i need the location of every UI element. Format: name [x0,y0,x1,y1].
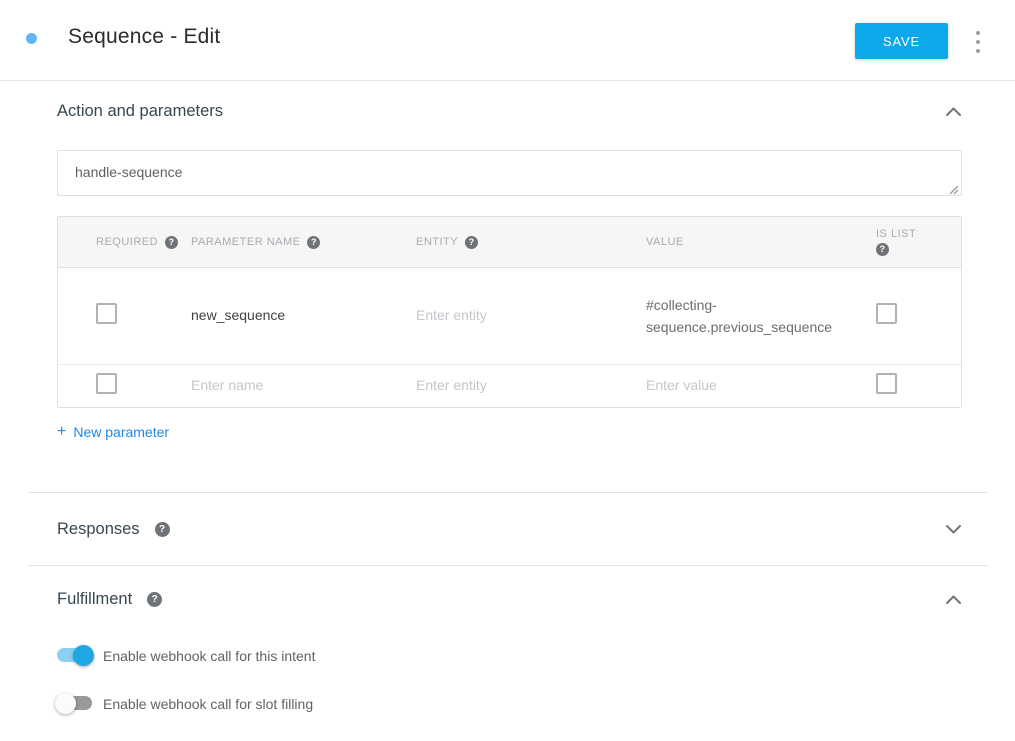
column-entity-label: ENTITY [416,236,458,248]
parameters-table: REQUIRED ? PARAMETER NAME ? ENTITY ? VAL… [57,216,962,408]
webhook-intent-toggle[interactable] [57,645,92,666]
column-entity: ENTITY ? [416,236,646,249]
chevron-down-icon[interactable] [945,524,962,535]
new-parameter-label: New parameter [73,424,169,440]
column-value-label: VALUE [646,236,684,248]
column-is-list: IS LIST ? [876,228,961,256]
webhook-intent-toggle-row: Enable webhook call for this intent [57,645,1015,666]
help-icon[interactable]: ? [155,522,170,537]
action-section-title: Action and parameters [57,102,223,121]
parameter-row: new_sequence Enter entity #collecting-se… [58,268,961,365]
help-icon[interactable]: ? [307,236,320,249]
action-name-input[interactable]: handle-sequence [57,150,962,196]
responses-title-text: Responses [57,520,140,539]
entity-field[interactable]: Enter entity [416,377,487,393]
help-icon[interactable]: ? [465,236,478,249]
help-icon[interactable]: ? [165,236,178,249]
action-section: Action and parameters handle-sequence RE… [57,81,962,440]
intent-edit-page: Sequence - Edit SAVE Action and paramete… [0,0,1015,741]
intent-priority-dot[interactable] [26,33,37,44]
parameter-name-field[interactable]: new_sequence [191,307,285,323]
column-value: VALUE [646,236,876,248]
value-field[interactable]: #collecting-sequence.previous_sequence [646,294,851,338]
webhook-intent-toggle-label: Enable webhook call for this intent [103,648,315,664]
help-icon[interactable]: ? [147,592,162,607]
fulfillment-section-title: Fulfillment ? [57,590,162,609]
fulfillment-title-text: Fulfillment [57,590,132,609]
column-required-label: REQUIRED [96,236,158,248]
entity-field[interactable]: Enter entity [416,307,487,323]
column-parameter-name-label: PARAMETER NAME [191,236,300,248]
webhook-slot-toggle[interactable] [57,693,92,714]
parameter-row-empty: Enter name Enter entity Enter value [58,365,961,407]
column-is-list-label: IS LIST [876,228,916,240]
parameter-name-field[interactable]: Enter name [191,377,263,393]
page-title: Sequence - Edit [68,25,220,49]
help-icon[interactable]: ? [876,243,889,256]
responses-section-title: Responses ? [57,520,170,539]
parameters-table-header: REQUIRED ? PARAMETER NAME ? ENTITY ? VAL… [58,217,961,268]
plus-icon: + [57,425,66,439]
required-checkbox[interactable] [96,373,117,394]
chevron-up-icon[interactable] [945,594,962,605]
resize-grip-icon[interactable] [949,182,959,192]
required-checkbox[interactable] [96,303,117,324]
column-parameter-name: PARAMETER NAME ? [191,236,416,249]
value-field[interactable]: Enter value [646,377,717,393]
new-parameter-button[interactable]: + New parameter [57,424,169,440]
webhook-slot-toggle-label: Enable webhook call for slot filling [103,696,313,712]
more-options-icon[interactable] [971,31,985,53]
header-bar: Sequence - Edit SAVE [0,0,1015,81]
chevron-up-icon[interactable] [945,106,962,117]
save-button[interactable]: SAVE [855,23,948,59]
is-list-checkbox[interactable] [876,303,897,324]
column-required: REQUIRED ? [58,236,191,249]
fulfillment-section: Fulfillment ? Enable webhook call for th… [0,566,1015,714]
webhook-slot-toggle-row: Enable webhook call for slot filling [57,693,1015,714]
is-list-checkbox[interactable] [876,373,897,394]
responses-section: Responses ? [0,492,1015,566]
